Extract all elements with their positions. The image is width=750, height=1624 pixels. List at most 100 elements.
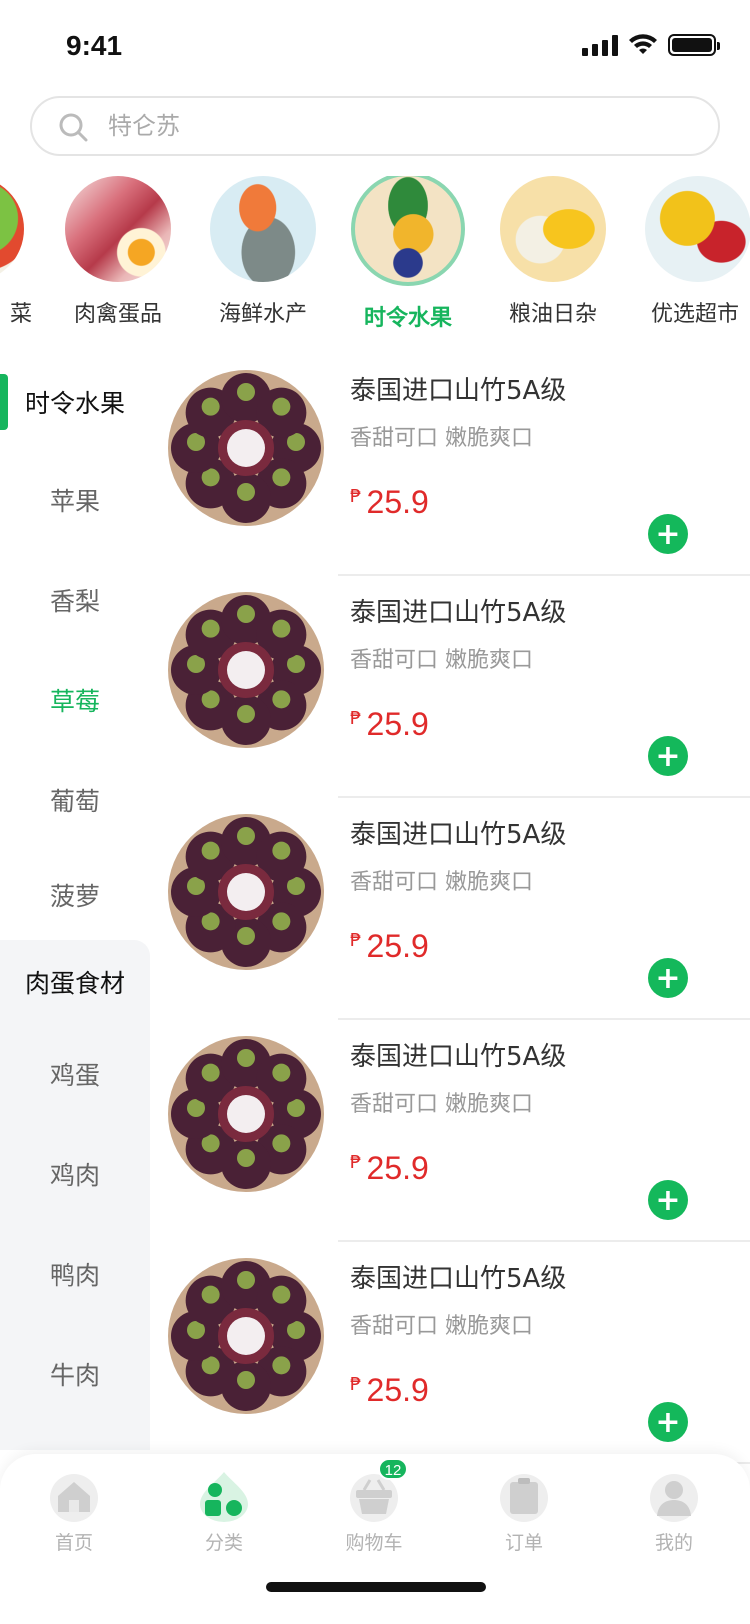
sidebar-heading-fruit[interactable]: 时令水果: [0, 354, 150, 450]
price-value: 25.9: [366, 484, 429, 520]
category-label: 时令水果: [363, 306, 452, 331]
category-seafood[interactable]: 海鲜水产: [198, 176, 328, 328]
seafood-image: [210, 176, 316, 282]
product-info: 泰国进口山竹5A级 香甜可口 嫩脆爽口 ₱ 25.9 +: [338, 576, 750, 798]
product-info: 泰国进口山竹5A级 香甜可口 嫩脆爽口 ₱ 25.9 +: [338, 1242, 750, 1464]
currency-symbol: ₱: [350, 1152, 362, 1173]
sidebar-item-chicken[interactable]: 鸡肉: [0, 1124, 150, 1224]
mangosteen-image: [166, 590, 326, 750]
sidebar-item-beef[interactable]: 牛肉: [0, 1324, 150, 1424]
category-label: 肉禽蛋品: [73, 302, 162, 327]
tab-label: 购物车: [345, 1532, 403, 1554]
category-label: 菜: [9, 302, 32, 327]
sidebar-item-strawberry[interactable]: 草莓: [0, 650, 150, 750]
price-value: 25.9: [366, 928, 429, 964]
product-info: 泰国进口山竹5A级 香甜可口 嫩脆爽口 ₱ 25.9 +: [338, 1020, 750, 1242]
tab-profile[interactable]: 我的: [624, 1470, 724, 1555]
product-title: 泰国进口山竹5A级: [350, 376, 567, 406]
product-card[interactable]: 泰国进口山竹5A级 香甜可口 嫩脆爽口 ₱ 25.9 +: [150, 798, 750, 1020]
product-title: 泰国进口山竹5A级: [350, 1264, 567, 1294]
sidebar-item-apple[interactable]: 苹果: [0, 450, 150, 550]
add-to-cart-button[interactable]: +: [648, 514, 688, 554]
product-card[interactable]: 泰国进口山竹5A级 香甜可口 嫩脆爽口 ₱ 25.9 +: [150, 354, 750, 576]
product-price: ₱ 25.9: [350, 706, 429, 743]
add-to-cart-button[interactable]: +: [648, 1180, 688, 1220]
mangosteen-image: [166, 1256, 326, 1416]
cart-badge: 12: [378, 1458, 408, 1480]
home-indicator: [266, 1582, 486, 1592]
fruit-image: [351, 176, 465, 286]
wifi-icon: [629, 34, 657, 54]
product-description: 香甜可口 嫩脆爽口: [350, 870, 533, 895]
home-icon: [48, 1470, 100, 1522]
search-input[interactable]: [108, 98, 688, 154]
sidebar-item-duck[interactable]: 鸭肉: [0, 1224, 150, 1324]
profile-icon: [648, 1470, 700, 1522]
cart-icon: 12: [348, 1458, 408, 1522]
product-card[interactable]: 泰国进口山竹5A级 香甜可口 嫩脆爽口 ₱ 25.9 +: [150, 1242, 750, 1464]
mangosteen-image: [166, 812, 326, 972]
product-description: 香甜可口 嫩脆爽口: [350, 1314, 533, 1339]
mangosteen-illustration: [168, 1036, 324, 1192]
tab-home[interactable]: 首页: [24, 1470, 124, 1555]
product-card[interactable]: 泰国进口山竹5A级 香甜可口 嫩脆爽口 ₱ 25.9 +: [150, 1020, 750, 1242]
price-value: 25.9: [366, 1372, 429, 1408]
product-description: 香甜可口 嫩脆爽口: [350, 1092, 533, 1117]
category-grain-oil[interactable]: 粮油日杂: [488, 176, 618, 328]
status-time: 9:41: [66, 30, 123, 61]
status-bar: 9:41: [0, 0, 750, 88]
sidebar-item-grape[interactable]: 葡萄: [0, 750, 150, 850]
mangosteen-illustration: [168, 1258, 324, 1414]
product-price: ₱ 25.9: [350, 1372, 429, 1409]
currency-symbol: ₱: [350, 708, 362, 729]
sidebar-heading-meat-egg[interactable]: 肉蛋食材: [0, 940, 150, 1024]
product-price: ₱ 25.9: [350, 484, 429, 521]
category-meat-egg[interactable]: 肉禽蛋品: [53, 176, 183, 328]
meat-egg-image: [65, 176, 171, 282]
price-value: 25.9: [366, 706, 429, 742]
product-description: 香甜可口 嫩脆爽口: [350, 426, 533, 451]
tab-label: 我的: [654, 1532, 693, 1554]
sidebar-item-egg[interactable]: 鸡蛋: [0, 1024, 150, 1124]
vegetable-image: [0, 176, 24, 282]
currency-symbol: ₱: [350, 930, 362, 951]
status-icons: [582, 34, 720, 56]
product-title: 泰国进口山竹5A级: [350, 598, 567, 628]
add-to-cart-button[interactable]: +: [648, 1402, 688, 1442]
bottom-tab-bar: 首页 分类 12 购物车 订单 我的: [0, 1454, 750, 1624]
battery-icon: [668, 34, 720, 56]
tab-label: 订单: [504, 1532, 543, 1554]
search-icon: [59, 113, 88, 142]
product-title: 泰国进口山竹5A级: [350, 820, 567, 850]
category-fruit[interactable]: 时令水果: [343, 176, 473, 332]
product-card[interactable]: 泰国进口山竹5A级 香甜可口 嫩脆爽口 ₱ 25.9 +: [150, 576, 750, 798]
tab-cart[interactable]: 12 购物车: [324, 1458, 424, 1555]
add-to-cart-button[interactable]: +: [648, 736, 688, 776]
sidebar-group-fruit: 时令水果 苹果 香梨 草莓 葡萄 菠萝: [0, 354, 150, 940]
add-to-cart-button[interactable]: +: [648, 958, 688, 998]
category-label: 海鲜水产: [218, 302, 307, 327]
tab-orders[interactable]: 订单: [474, 1470, 574, 1555]
product-title: 泰国进口山竹5A级: [350, 1042, 567, 1072]
category-supermarket[interactable]: 优选超市: [633, 176, 750, 328]
sidebar-item-pineapple[interactable]: 菠萝: [0, 850, 150, 940]
search-bar[interactable]: [30, 96, 720, 156]
category-sidebar: 时令水果 苹果 香梨 草莓 葡萄 菠萝 肉蛋食材 鸡蛋 鸡肉 鸭肉 牛肉: [0, 354, 150, 1454]
mangosteen-illustration: [168, 814, 324, 970]
price-value: 25.9: [366, 1150, 429, 1186]
category-icon: [198, 1470, 250, 1522]
currency-symbol: ₱: [350, 1374, 362, 1395]
cellular-signal-icon: [582, 34, 618, 56]
mangosteen-illustration: [168, 592, 324, 748]
sidebar-item-pear[interactable]: 香梨: [0, 550, 150, 650]
snack-image: [645, 176, 750, 282]
tab-category[interactable]: 分类: [174, 1470, 274, 1555]
category-label: 粮油日杂: [508, 302, 597, 327]
currency-symbol: ₱: [350, 486, 362, 507]
mangosteen-image: [166, 368, 326, 528]
category-vegetable[interactable]: 菜: [0, 176, 36, 328]
mangosteen-image: [166, 1034, 326, 1194]
category-scroller[interactable]: 菜 肉禽蛋品 海鲜水产 时令水果 粮油日杂 优选超市: [0, 176, 750, 336]
product-info: 泰国进口山竹5A级 香甜可口 嫩脆爽口 ₱ 25.9 +: [338, 354, 750, 576]
category-label: 优选超市: [651, 302, 740, 327]
